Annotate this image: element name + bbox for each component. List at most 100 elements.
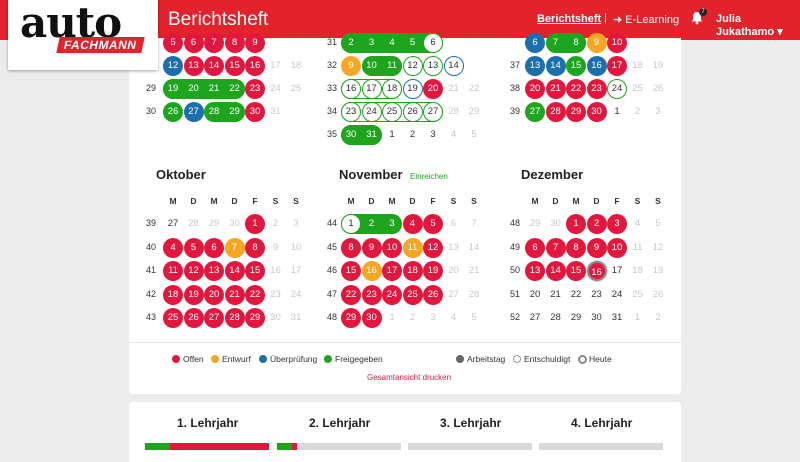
calendar-day[interactable]: 12: [183, 261, 204, 281]
calendar-day[interactable]: 30: [586, 102, 607, 122]
calendar-day[interactable]: 3: [286, 214, 306, 234]
calendar-day[interactable]: 29: [341, 308, 361, 328]
calendar-day[interactable]: 16: [341, 79, 361, 99]
calendar-day[interactable]: 31: [607, 308, 627, 328]
calendar-day[interactable]: 24: [286, 285, 306, 305]
calendar-day[interactable]: 7: [464, 214, 484, 234]
auto-fachmann-logo[interactable]: auto FACHMANN: [8, 0, 158, 70]
calendar-day[interactable]: 2: [266, 214, 286, 234]
calendar-day[interactable]: 17: [266, 56, 286, 76]
calendar-day[interactable]: 4: [628, 214, 648, 234]
calendar-day[interactable]: 17: [607, 261, 627, 281]
calendar-day[interactable]: 12: [648, 238, 668, 258]
calendar-day[interactable]: 2: [586, 214, 607, 234]
calendar-day[interactable]: 24: [382, 284, 402, 305]
calendar-day[interactable]: 20: [183, 79, 204, 99]
lehrjahr-tab[interactable]: 2. Lehrjahr: [309, 416, 370, 430]
calendar-day[interactable]: 21: [224, 284, 245, 305]
calendar-day[interactable]: 6: [204, 237, 224, 258]
calendar-day[interactable]: 27: [444, 285, 464, 305]
calendar-day[interactable]: 30: [546, 214, 566, 234]
calendar-day[interactable]: 17: [286, 261, 306, 281]
calendar-day[interactable]: 23: [245, 79, 265, 99]
calendar-day[interactable]: 18: [163, 284, 183, 305]
calendar-day[interactable]: 27: [525, 102, 545, 122]
calendar-day[interactable]: 5: [163, 33, 183, 53]
calendar-day[interactable]: 25: [382, 102, 402, 122]
calendar-day[interactable]: 3: [648, 102, 668, 122]
calendar-day[interactable]: 24: [361, 102, 382, 122]
calendar-day[interactable]: 6: [423, 33, 443, 53]
calendar-day[interactable]: 18: [402, 261, 423, 281]
calendar-day[interactable]: 30: [245, 102, 265, 122]
calendar-day[interactable]: 22: [566, 285, 586, 305]
lehrjahr-tab[interactable]: 3. Lehrjahr: [440, 416, 501, 430]
calendar-day[interactable]: 26: [163, 102, 183, 122]
calendar-day[interactable]: 27: [525, 308, 545, 328]
calendar-day[interactable]: 22: [224, 79, 245, 99]
calendar-day[interactable]: 16: [586, 56, 607, 76]
calendar-day[interactable]: 16: [361, 261, 382, 281]
calendar-day[interactable]: 1: [341, 214, 361, 234]
calendar-day[interactable]: 23: [266, 285, 286, 305]
calendar-day[interactable]: 14: [545, 56, 566, 76]
calendar-day[interactable]: 29: [566, 308, 586, 328]
calendar-day[interactable]: 10: [607, 237, 627, 258]
calendar-day[interactable]: 3: [423, 125, 443, 145]
calendar-day[interactable]: 22: [341, 284, 361, 305]
calendar-day[interactable]: 22: [464, 79, 484, 99]
calendar-day[interactable]: 21: [545, 79, 566, 99]
calendar-day[interactable]: 28: [184, 214, 204, 234]
calendar-day[interactable]: 19: [163, 79, 183, 99]
calendar-day[interactable]: 29: [204, 214, 224, 234]
calendar-day[interactable]: 28: [444, 102, 464, 122]
calendar-day[interactable]: 26: [648, 79, 668, 99]
calendar-day[interactable]: 31: [361, 125, 382, 145]
calendar-day[interactable]: 14: [224, 261, 245, 281]
calendar-day[interactable]: 29: [224, 102, 245, 122]
calendar-day[interactable]: 1: [245, 214, 265, 234]
calendar-day[interactable]: 29: [245, 308, 265, 328]
calendar-day[interactable]: 25: [286, 79, 306, 99]
nav-elearning-link[interactable]: ➜ E-Learning: [613, 13, 679, 26]
calendar-day[interactable]: 28: [224, 308, 245, 328]
calendar-day[interactable]: 9: [361, 237, 382, 258]
calendar-day[interactable]: 16: [586, 261, 607, 281]
calendar-day[interactable]: 26: [423, 284, 443, 305]
calendar-day[interactable]: 9: [586, 33, 607, 53]
calendar-day[interactable]: 31: [266, 102, 286, 122]
calendar-day[interactable]: 19: [423, 261, 443, 281]
calendar-day[interactable]: 1: [607, 102, 627, 122]
calendar-day[interactable]: 24: [607, 285, 627, 305]
calendar-day[interactable]: 3: [361, 33, 382, 53]
calendar-day[interactable]: 18: [286, 56, 306, 76]
calendar-day[interactable]: 11: [382, 56, 402, 76]
calendar-day[interactable]: 21: [546, 285, 566, 305]
submit-month-link[interactable]: Einreichen: [410, 172, 448, 181]
lehrjahr-tab[interactable]: 4. Lehrjahr: [571, 416, 632, 430]
calendar-day[interactable]: 29: [464, 102, 484, 122]
calendar-day[interactable]: 25: [628, 285, 648, 305]
calendar-day[interactable]: 15: [224, 56, 245, 76]
calendar-day[interactable]: 17: [382, 261, 402, 281]
calendar-day[interactable]: 16: [245, 56, 265, 76]
calendar-day[interactable]: 23: [587, 285, 607, 305]
calendar-day[interactable]: 30: [587, 308, 607, 328]
calendar-day[interactable]: 4: [444, 308, 464, 328]
calendar-day[interactable]: 10: [607, 33, 627, 53]
calendar-day[interactable]: 30: [225, 214, 245, 234]
calendar-day[interactable]: 4: [444, 125, 464, 145]
calendar-day[interactable]: 25: [628, 79, 648, 99]
calendar-day[interactable]: 28: [546, 308, 566, 328]
calendar-day[interactable]: 30: [341, 125, 361, 145]
calendar-day[interactable]: 3: [423, 308, 443, 328]
calendar-day[interactable]: 2: [628, 102, 648, 122]
print-overview-link[interactable]: Gesamtansicht drucken: [367, 373, 451, 382]
calendar-day[interactable]: 24: [266, 79, 286, 99]
calendar-day[interactable]: 12: [163, 56, 183, 76]
calendar-day[interactable]: 8: [566, 33, 586, 53]
user-menu[interactable]: Julia Jukathamo ▾: [716, 13, 800, 38]
calendar-day[interactable]: 8: [224, 33, 245, 53]
calendar-day[interactable]: 22: [566, 79, 586, 99]
calendar-day[interactable]: 2: [361, 214, 382, 234]
